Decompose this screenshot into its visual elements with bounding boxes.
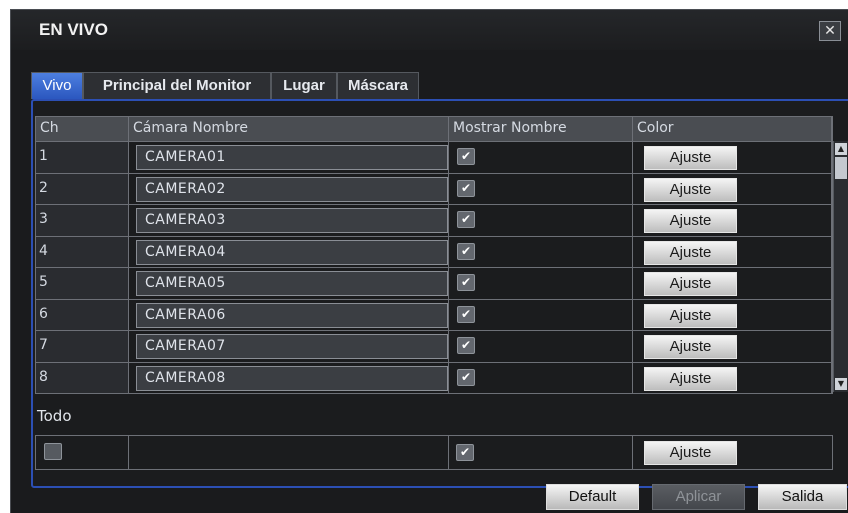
exit-button[interactable]: Salida — [758, 484, 847, 510]
channel-number: 7 — [36, 331, 129, 363]
all-channels-row: ✔ Ajuste — [35, 435, 833, 470]
tab-mascara[interactable]: Máscara — [337, 72, 419, 99]
scroll-thumb[interactable] — [835, 157, 847, 179]
tab-vivo[interactable]: Vivo — [31, 72, 83, 99]
camera-name-field[interactable]: CAMERA05 — [136, 271, 448, 296]
title-bar: EN VIVO ✕ — [11, 10, 848, 50]
camera-name-field[interactable]: CAMERA04 — [136, 240, 448, 265]
camera-name-field[interactable]: CAMERA02 — [136, 177, 448, 202]
column-header-show-name: Mostrar Nombre — [449, 117, 633, 142]
table-cell — [449, 363, 633, 394]
table-cell — [449, 300, 633, 331]
camera-name-field[interactable]: CAMERA01 — [136, 145, 448, 170]
channel-number: 5 — [36, 268, 129, 300]
column-header-color: Color — [633, 117, 832, 142]
show-name-checkbox[interactable]: ✔ — [457, 148, 475, 165]
scroll-down-arrow-icon[interactable]: ▼ — [835, 378, 847, 390]
table-cell — [449, 237, 633, 268]
camera-name-field[interactable]: CAMERA06 — [136, 303, 448, 328]
table-cell — [449, 205, 633, 237]
color-adjust-button[interactable]: Ajuste — [644, 272, 737, 296]
channel-number: 1 — [36, 142, 129, 174]
show-name-checkbox[interactable]: ✔ — [457, 274, 475, 291]
tab-lugar[interactable]: Lugar — [271, 72, 337, 99]
channel-number: 8 — [36, 363, 129, 394]
camera-name-field[interactable]: CAMERA08 — [136, 366, 448, 391]
column-header-camera-name: Cámara Nombre — [129, 117, 449, 142]
camera-name-field[interactable]: CAMERA03 — [136, 208, 448, 233]
scroll-up-arrow-icon[interactable]: ▲ — [835, 143, 847, 155]
color-adjust-button[interactable]: Ajuste — [644, 335, 737, 359]
color-adjust-button[interactable]: Ajuste — [644, 304, 737, 328]
color-adjust-button[interactable]: Ajuste — [644, 367, 737, 391]
show-name-checkbox[interactable]: ✔ — [457, 306, 475, 323]
window-title: EN VIVO — [39, 20, 108, 39]
show-name-checkbox[interactable]: ✔ — [457, 369, 475, 386]
color-adjust-all-button[interactable]: Ajuste — [644, 441, 737, 465]
color-adjust-button[interactable]: Ajuste — [644, 178, 737, 202]
channel-number: 6 — [36, 300, 129, 331]
table-scrollbar[interactable]: ▲ ▼ — [833, 141, 848, 392]
table-cell — [449, 331, 633, 363]
table-cell — [449, 142, 633, 174]
default-button[interactable]: Default — [546, 484, 639, 510]
camera-table: Ch Cámara Nombre Mostrar Nombre Color 1C… — [35, 116, 833, 394]
select-all-checkbox[interactable] — [44, 443, 62, 460]
show-name-checkbox[interactable]: ✔ — [457, 243, 475, 260]
color-adjust-button[interactable]: Ajuste — [644, 241, 737, 265]
apply-button[interactable]: Aplicar — [652, 484, 745, 510]
camera-name-field[interactable]: CAMERA07 — [136, 334, 448, 359]
column-header-ch: Ch — [36, 117, 129, 142]
color-adjust-button[interactable]: Ajuste — [644, 209, 737, 233]
table-cell — [449, 268, 633, 300]
show-name-all-checkbox[interactable]: ✔ — [456, 444, 474, 461]
tab-principal-del-monitor[interactable]: Principal del Monitor — [83, 72, 271, 99]
show-name-checkbox[interactable]: ✔ — [457, 337, 475, 354]
table-cell — [449, 174, 633, 205]
channel-number: 2 — [36, 174, 129, 205]
live-settings-window: EN VIVO ✕ Vivo Principal del Monitor Lug… — [10, 9, 848, 513]
channel-number: 4 — [36, 237, 129, 268]
close-button[interactable]: ✕ — [819, 21, 841, 41]
show-name-checkbox[interactable]: ✔ — [457, 180, 475, 197]
show-name-checkbox[interactable]: ✔ — [457, 211, 475, 228]
all-channels-label: Todo — [37, 407, 72, 425]
color-adjust-button[interactable]: Ajuste — [644, 146, 737, 170]
settings-panel: Ch Cámara Nombre Mostrar Nombre Color 1C… — [31, 99, 848, 488]
channel-number: 3 — [36, 205, 129, 237]
